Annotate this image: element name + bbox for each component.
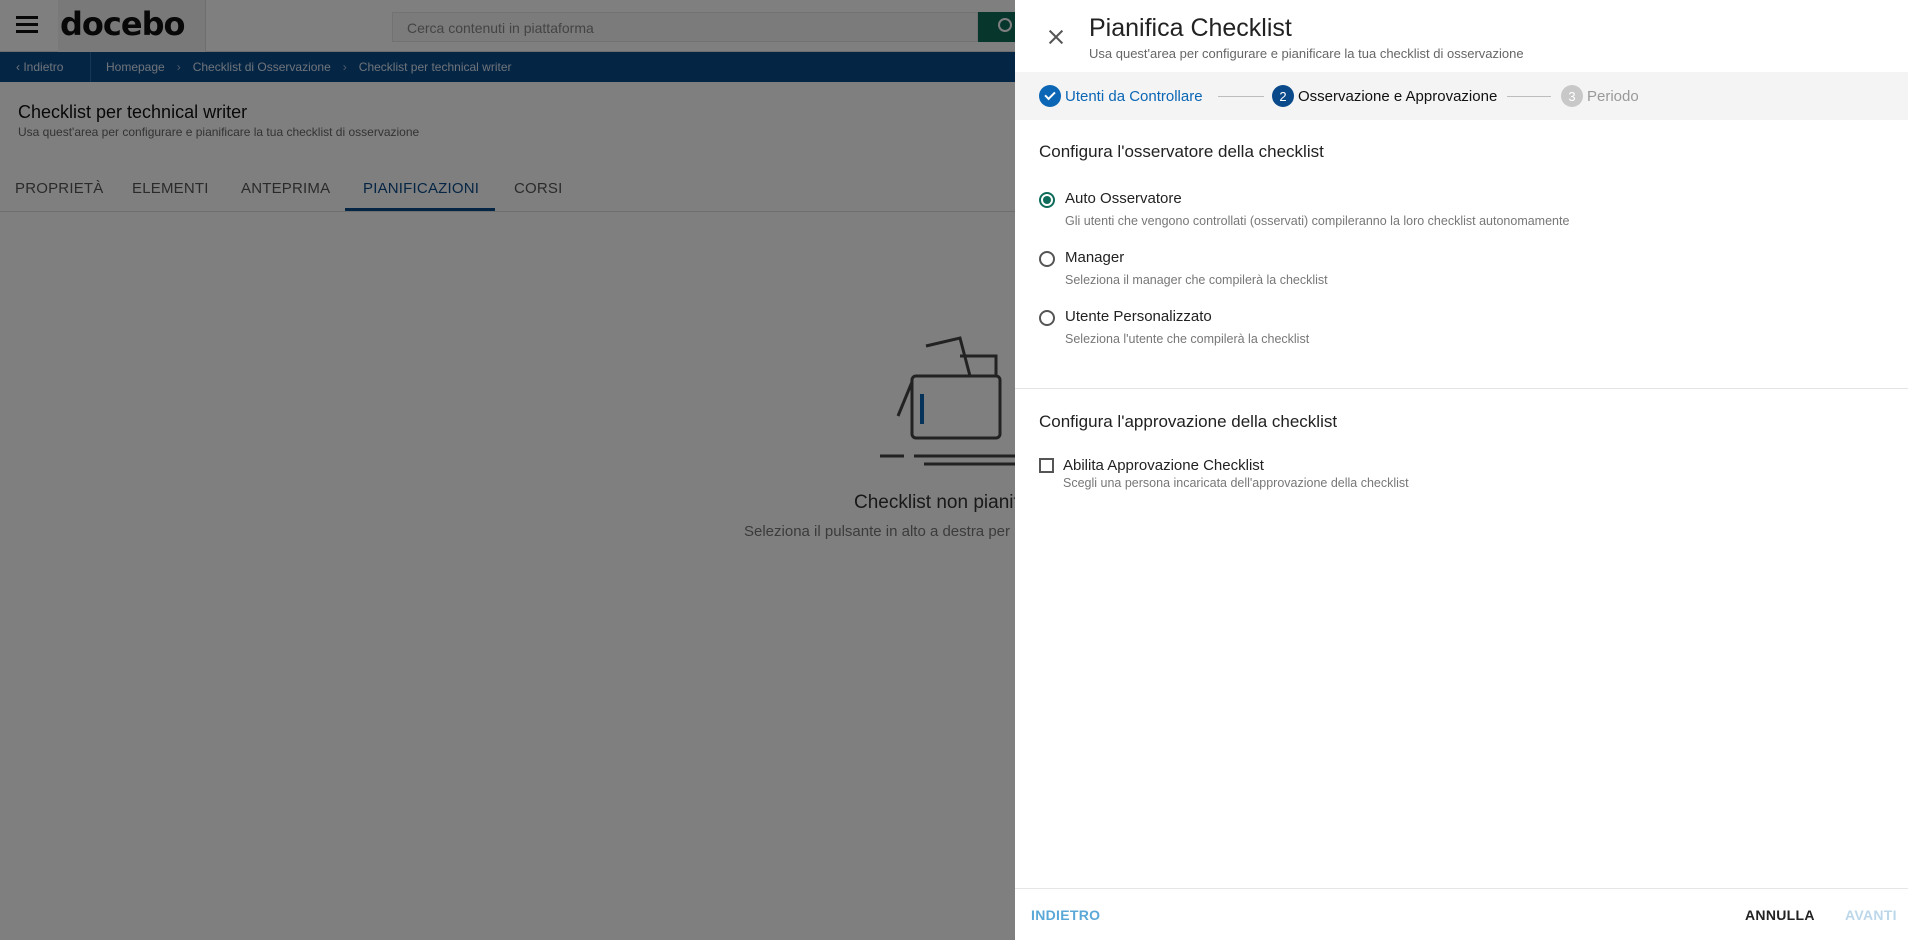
step-number: 3: [1561, 85, 1583, 107]
step-label: Osservazione e Approvazione: [1298, 87, 1498, 105]
cancel-button[interactable]: ANNULLA: [1745, 907, 1815, 923]
radio-button[interactable]: [1039, 310, 1055, 326]
panel-footer: INDIETRO ANNULLA AVANTI: [1015, 888, 1908, 940]
observer-section-title: Configura l'osservatore della checklist: [1039, 142, 1324, 161]
next-button[interactable]: AVANTI: [1845, 907, 1897, 923]
step-number: 2: [1272, 85, 1294, 107]
step-period[interactable]: 3 Periodo: [1561, 72, 1639, 120]
approval-checkbox-label[interactable]: Abilita Approvazione Checklist: [1063, 457, 1264, 474]
section-divider: [1015, 388, 1908, 389]
step-connector: [1218, 96, 1264, 97]
option-description: Seleziona il manager che compilerà la ch…: [1065, 273, 1328, 287]
schedule-checklist-panel: Pianifica Checklist Usa quest'area per c…: [1015, 0, 1908, 940]
radio-button[interactable]: [1039, 192, 1055, 208]
approval-checkbox[interactable]: [1039, 458, 1054, 473]
step-connector: [1507, 96, 1551, 97]
approval-checkbox-description: Scegli una persona incaricata dell'appro…: [1063, 476, 1409, 490]
panel-subtitle: Usa quest'area per configurare e pianifi…: [1089, 46, 1524, 61]
panel-title: Pianifica Checklist: [1089, 14, 1292, 42]
back-button[interactable]: INDIETRO: [1031, 907, 1100, 923]
option-label: Auto Osservatore: [1065, 190, 1182, 207]
option-description: Gli utenti che vengono controllati (osse…: [1065, 214, 1570, 228]
step-label: Periodo: [1587, 87, 1639, 105]
radio-button[interactable]: [1039, 251, 1055, 267]
option-label: Manager: [1065, 249, 1125, 266]
step-users[interactable]: Utenti da Controllare: [1039, 72, 1203, 120]
option-label: Utente Personalizzato: [1065, 308, 1212, 325]
close-icon[interactable]: [1045, 26, 1067, 48]
option-description: Seleziona l'utente che compilerà la chec…: [1065, 332, 1310, 346]
stepper: Utenti da Controllare 2 Osservazione e A…: [1015, 72, 1908, 120]
step-label: Utenti da Controllare: [1065, 87, 1203, 105]
check-circle-icon: [1039, 85, 1061, 107]
approval-section-title: Configura l'approvazione della checklist: [1039, 412, 1338, 431]
step-observation[interactable]: 2 Osservazione e Approvazione: [1272, 72, 1497, 120]
